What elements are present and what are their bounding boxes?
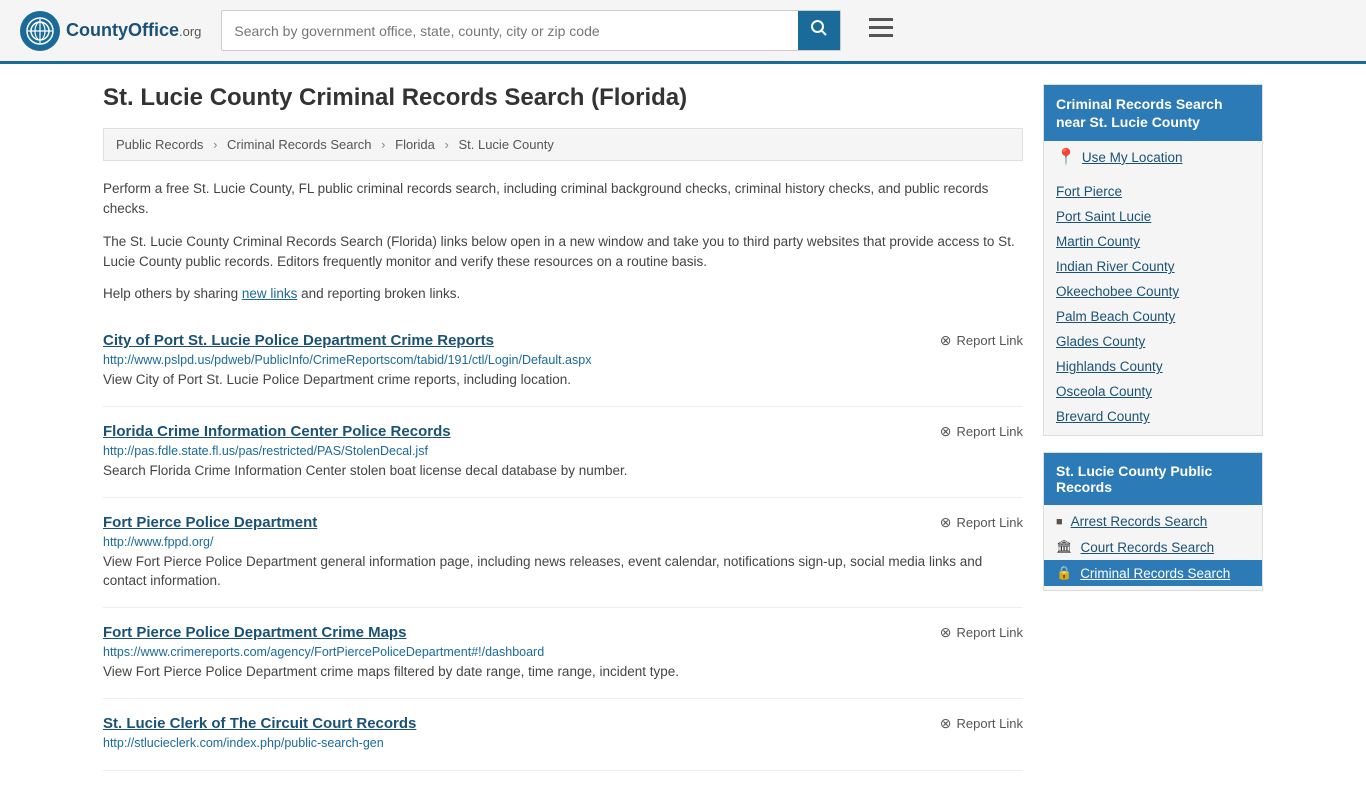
nearby-link-5[interactable]: Palm Beach County (1056, 309, 1175, 324)
report-link-3[interactable]: ⊗ Report Link (940, 624, 1023, 641)
result-url-2[interactable]: http://www.fppd.org/ (103, 535, 1023, 549)
result-desc-0: View City of Port St. Lucie Police Depar… (103, 371, 1023, 390)
result-title-3[interactable]: Fort Pierce Police Department Crime Maps (103, 624, 406, 641)
report-link-1[interactable]: ⊗ Report Link (940, 423, 1023, 440)
result-item-2: Fort Pierce Police Department ⊗ Report L… (103, 498, 1023, 608)
nearby-link-2[interactable]: Martin County (1056, 234, 1140, 249)
report-icon-3: ⊗ (940, 624, 952, 641)
breadcrumb: Public Records › Criminal Records Search… (103, 128, 1023, 161)
public-records-section: St. Lucie County Public Records ■ Arrest… (1043, 452, 1263, 591)
use-location-link[interactable]: Use My Location (1082, 150, 1183, 165)
breadcrumb-sep-2: › (381, 137, 385, 152)
result-desc-2: View Fort Pierce Police Department gener… (103, 553, 1023, 591)
description-2: The St. Lucie County Criminal Records Se… (103, 232, 1023, 273)
records-item-1: 🏛 Court Records Search (1044, 534, 1262, 560)
result-url-1[interactable]: http://pas.fdle.state.fl.us/pas/restrict… (103, 444, 1023, 458)
nearby-link-9[interactable]: Brevard County (1056, 409, 1150, 424)
court-icon: 🏛 (1056, 539, 1073, 555)
nearby-item-1: Port Saint Lucie (1044, 204, 1262, 229)
result-item-3: Fort Pierce Police Department Crime Maps… (103, 608, 1023, 699)
description-3: Help others by sharing new links and rep… (103, 284, 1023, 304)
result-title-2[interactable]: Fort Pierce Police Department (103, 514, 317, 531)
nearby-link-0[interactable]: Fort Pierce (1056, 184, 1122, 199)
nearby-section: Criminal Records Search near St. Lucie C… (1043, 84, 1263, 436)
report-icon-4: ⊗ (940, 715, 952, 732)
nearby-item-6: Glades County (1044, 329, 1262, 354)
nearby-item-3: Indian River County (1044, 254, 1262, 279)
records-item-2: 🔒 Criminal Records Search (1044, 560, 1262, 586)
public-records-list: ■ Arrest Records Search 🏛 Court Records … (1044, 505, 1262, 590)
search-input[interactable] (222, 15, 798, 47)
public-records-header: St. Lucie County Public Records (1044, 453, 1262, 505)
breadcrumb-public-records[interactable]: Public Records (116, 137, 203, 152)
description-1: Perform a free St. Lucie County, FL publ… (103, 179, 1023, 220)
search-icon (810, 19, 828, 37)
nearby-item-9: Brevard County (1044, 404, 1262, 429)
result-title-0[interactable]: City of Port St. Lucie Police Department… (103, 332, 494, 349)
nearby-link-3[interactable]: Indian River County (1056, 259, 1175, 274)
report-icon-1: ⊗ (940, 423, 952, 440)
desc3-prefix: Help others by sharing (103, 286, 242, 301)
result-title-1[interactable]: Florida Crime Information Center Police … (103, 423, 451, 440)
content-area: St. Lucie County Criminal Records Search… (103, 84, 1023, 771)
nearby-item-0: Fort Pierce (1044, 179, 1262, 204)
result-desc-1: Search Florida Crime Information Center … (103, 462, 1023, 481)
new-links-link[interactable]: new links (242, 286, 298, 301)
arrest-icon: ■ (1056, 516, 1063, 528)
nearby-item-8: Osceola County (1044, 379, 1262, 404)
logo-area: CountyOffice.org (20, 11, 201, 51)
result-item-1: Florida Crime Information Center Police … (103, 407, 1023, 498)
use-location-row: 📍 Use My Location (1044, 141, 1262, 173)
location-pin-icon: 📍 (1056, 147, 1076, 167)
result-url-4[interactable]: http://stlucieclerk.com/index.php/public… (103, 736, 1023, 750)
breadcrumb-sep-1: › (213, 137, 217, 152)
nearby-item-5: Palm Beach County (1044, 304, 1262, 329)
menu-button[interactable] (861, 14, 901, 48)
results-list: City of Port St. Lucie Police Department… (103, 316, 1023, 770)
nearby-link-7[interactable]: Highlands County (1056, 359, 1163, 374)
nearby-link-1[interactable]: Port Saint Lucie (1056, 209, 1151, 224)
report-link-2[interactable]: ⊗ Report Link (940, 514, 1023, 531)
nearby-item-7: Highlands County (1044, 354, 1262, 379)
nearby-list: Fort Pierce Port Saint Lucie Martin Coun… (1044, 173, 1262, 435)
records-item-0: ■ Arrest Records Search (1044, 509, 1262, 534)
result-title-4[interactable]: St. Lucie Clerk of The Circuit Court Rec… (103, 715, 416, 732)
site-header: CountyOffice.org (0, 0, 1366, 64)
result-url-3[interactable]: https://www.crimereports.com/agency/Fort… (103, 645, 1023, 659)
sidebar: Criminal Records Search near St. Lucie C… (1043, 84, 1263, 771)
nearby-link-8[interactable]: Osceola County (1056, 384, 1152, 399)
records-link-2[interactable]: Criminal Records Search (1080, 566, 1230, 581)
breadcrumb-sep-3: › (445, 137, 449, 152)
main-container: St. Lucie County Criminal Records Search… (83, 64, 1283, 791)
logo-icon (20, 11, 60, 51)
records-link-0[interactable]: Arrest Records Search (1071, 514, 1208, 529)
result-item-4: St. Lucie Clerk of The Circuit Court Rec… (103, 699, 1023, 771)
nearby-header: Criminal Records Search near St. Lucie C… (1044, 85, 1262, 141)
logo-text: CountyOffice.org (66, 20, 201, 41)
nearby-item-4: Okeechobee County (1044, 279, 1262, 304)
report-icon-2: ⊗ (940, 514, 952, 531)
criminal-icon: 🔒 (1056, 565, 1072, 581)
search-bar (221, 10, 841, 51)
nearby-link-4[interactable]: Okeechobee County (1056, 284, 1179, 299)
records-link-1[interactable]: Court Records Search (1081, 540, 1215, 555)
report-link-0[interactable]: ⊗ Report Link (940, 332, 1023, 349)
nearby-item-2: Martin County (1044, 229, 1262, 254)
result-desc-3: View Fort Pierce Police Department crime… (103, 663, 1023, 682)
hamburger-icon (869, 18, 893, 38)
breadcrumb-st-lucie[interactable]: St. Lucie County (458, 137, 553, 152)
breadcrumb-criminal-records[interactable]: Criminal Records Search (227, 137, 372, 152)
breadcrumb-florida[interactable]: Florida (395, 137, 435, 152)
report-icon-0: ⊗ (940, 332, 952, 349)
result-item-0: City of Port St. Lucie Police Department… (103, 316, 1023, 407)
search-button[interactable] (798, 11, 840, 50)
result-url-0[interactable]: http://www.pslpd.us/pdweb/PublicInfo/Cri… (103, 353, 1023, 367)
desc3-suffix: and reporting broken links. (297, 286, 460, 301)
page-title: St. Lucie County Criminal Records Search… (103, 84, 1023, 112)
report-link-4[interactable]: ⊗ Report Link (940, 715, 1023, 732)
nearby-link-6[interactable]: Glades County (1056, 334, 1145, 349)
